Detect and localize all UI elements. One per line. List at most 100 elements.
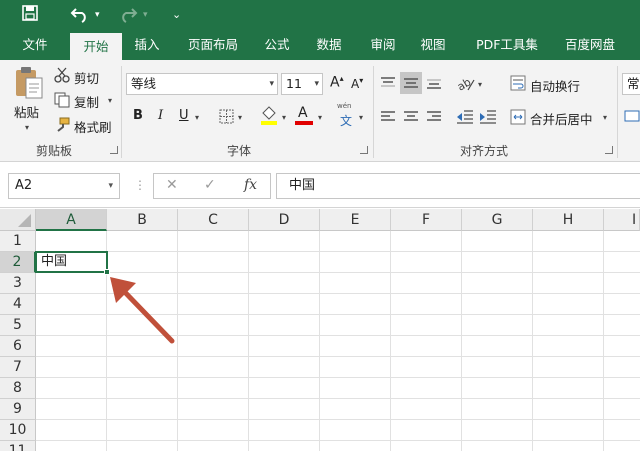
grow-font-button[interactable]: A▴ <box>330 74 344 91</box>
clipboard-launcher-icon[interactable] <box>110 146 118 154</box>
align-middle-icon[interactable] <box>400 72 422 94</box>
selected-cell-a2[interactable]: 中国 <box>35 251 108 273</box>
align-top-icon[interactable] <box>380 76 396 93</box>
formula-input[interactable]: 中国 <box>276 173 640 199</box>
tab-baidu-netdisk[interactable]: 百度网盘 <box>556 30 624 60</box>
paste-icon[interactable] <box>14 66 44 103</box>
enter-icon[interactable]: ✓ <box>204 177 216 193</box>
name-box[interactable]: A2 ▾ <box>8 173 120 199</box>
font-size-select[interactable]: 11 ▾ <box>281 73 323 95</box>
chevron-down-icon: ▾ <box>314 79 319 89</box>
font-size-value: 11 <box>286 76 302 91</box>
align-left-icon[interactable] <box>380 110 396 127</box>
phonetic-guide-button[interactable]: 文 <box>340 112 352 129</box>
row-header-2[interactable]: 2 <box>0 252 36 273</box>
wrap-text-icon[interactable] <box>510 75 526 94</box>
borders-dropdown-icon[interactable]: ▾ <box>238 113 242 122</box>
bold-button[interactable]: B <box>133 108 143 123</box>
merge-center-button[interactable]: 合并后居中 <box>530 109 593 128</box>
column-header-f[interactable]: F <box>391 209 462 231</box>
row-header-3[interactable]: 3 <box>0 273 36 294</box>
align-right-icon[interactable] <box>426 110 442 127</box>
ribbon-home: 粘贴 ▾ 剪切 复制 ▾ 格式刷 剪贴板 等线 ▾ 11 ▾ A▴ A▾ B I <box>0 60 640 162</box>
row-header-1[interactable]: 1 <box>0 231 36 252</box>
column-header-g[interactable]: G <box>462 209 533 231</box>
tab-review[interactable]: 审阅 <box>362 30 404 60</box>
row-header-4[interactable]: 4 <box>0 294 36 315</box>
font-name-select[interactable]: 等线 ▾ <box>126 73 278 95</box>
select-all-corner[interactable] <box>0 209 36 231</box>
underline-button[interactable]: U <box>179 108 189 123</box>
column-header-h[interactable]: H <box>533 209 604 231</box>
paste-button[interactable]: 粘贴 <box>14 102 39 121</box>
column-header-c[interactable]: C <box>178 209 249 231</box>
currency-format-icon[interactable] <box>624 108 640 127</box>
tab-file[interactable]: 文件 <box>10 30 60 60</box>
tab-home[interactable]: 开始 <box>70 33 122 60</box>
row-header-11[interactable]: 11 <box>0 441 36 451</box>
formula-bar-grip-icon[interactable]: ⋮ <box>134 178 146 192</box>
redo-icon[interactable] <box>118 5 138 29</box>
merge-center-icon[interactable] <box>510 109 526 128</box>
row-header-8[interactable]: 8 <box>0 378 36 399</box>
column-header-e[interactable]: E <box>320 209 391 231</box>
font-launcher-icon[interactable] <box>360 146 368 154</box>
font-color-letter: A <box>298 105 308 121</box>
wrap-text-button[interactable]: 自动换行 <box>530 76 580 95</box>
number-format-value: 常 <box>627 76 640 91</box>
font-color-dropdown-icon[interactable]: ▾ <box>318 113 322 122</box>
column-header-d[interactable]: D <box>249 209 320 231</box>
merge-dropdown-icon[interactable]: ▾ <box>603 113 607 122</box>
column-header-b[interactable]: B <box>107 209 178 231</box>
shrink-font-button[interactable]: A▾ <box>351 76 363 91</box>
align-center-icon[interactable] <box>403 110 419 127</box>
column-header-i[interactable]: I <box>604 209 640 231</box>
tab-view[interactable]: 视图 <box>412 30 454 60</box>
chevron-down-icon: ▾ <box>108 181 113 191</box>
tab-data[interactable]: 数据 <box>308 30 350 60</box>
fill-color-dropdown-icon[interactable]: ▾ <box>282 113 286 122</box>
row-header-7[interactable]: 7 <box>0 357 36 378</box>
insert-function-icon[interactable]: fx <box>244 177 257 193</box>
column-header-a[interactable]: A <box>36 209 107 231</box>
cancel-icon[interactable]: ✕ <box>166 177 178 193</box>
redo-dropdown-icon[interactable]: ▾ <box>143 5 148 25</box>
row-header-9[interactable]: 9 <box>0 399 36 420</box>
chevron-down-icon: ▾ <box>269 79 274 89</box>
fill-color-icon[interactable] <box>260 106 278 129</box>
italic-button[interactable]: I <box>158 108 163 123</box>
borders-icon[interactable] <box>219 109 234 127</box>
align-bottom-icon[interactable] <box>426 76 442 93</box>
phonetic-dropdown-icon[interactable]: ▾ <box>359 113 363 122</box>
tab-formulas[interactable]: 公式 <box>256 30 298 60</box>
format-painter-button[interactable]: 格式刷 <box>74 117 112 136</box>
undo-dropdown-icon[interactable]: ▾ <box>95 5 100 25</box>
tab-page-layout[interactable]: 页面布局 <box>180 30 246 60</box>
cut-button[interactable]: 剪切 <box>74 68 99 87</box>
copy-dropdown-icon[interactable]: ▾ <box>108 96 112 105</box>
copy-button[interactable]: 复制 <box>74 92 99 111</box>
group-divider <box>373 66 374 158</box>
alignment-launcher-icon[interactable] <box>605 146 613 154</box>
undo-icon[interactable] <box>70 5 90 29</box>
font-group-label: 字体 <box>227 144 252 158</box>
formula-bar: A2 ▾ ⋮ ✕ ✓ fx 中国 <box>0 163 640 208</box>
font-name-value: 等线 <box>131 76 157 91</box>
row-header-5[interactable]: 5 <box>0 315 36 336</box>
orientation-icon[interactable]: ab <box>455 74 476 95</box>
tab-pdf-tools[interactable]: PDF工具集 <box>466 30 548 60</box>
decrease-indent-icon[interactable] <box>456 109 474 128</box>
number-format-select[interactable]: 常 <box>622 73 640 95</box>
increase-indent-icon[interactable] <box>479 109 497 128</box>
format-painter-icon[interactable] <box>54 117 70 136</box>
tab-insert[interactable]: 插入 <box>126 30 168 60</box>
customize-qat-icon[interactable]: ⌄ <box>172 5 181 25</box>
save-icon[interactable] <box>22 5 38 27</box>
cut-icon[interactable] <box>54 67 70 86</box>
row-header-6[interactable]: 6 <box>0 336 36 357</box>
copy-icon[interactable] <box>54 92 70 111</box>
row-header-10[interactable]: 10 <box>0 420 36 441</box>
orientation-dropdown-icon[interactable]: ▾ <box>478 80 482 89</box>
underline-dropdown-icon[interactable]: ▾ <box>195 113 199 122</box>
paste-dropdown-icon[interactable]: ▾ <box>25 123 29 132</box>
